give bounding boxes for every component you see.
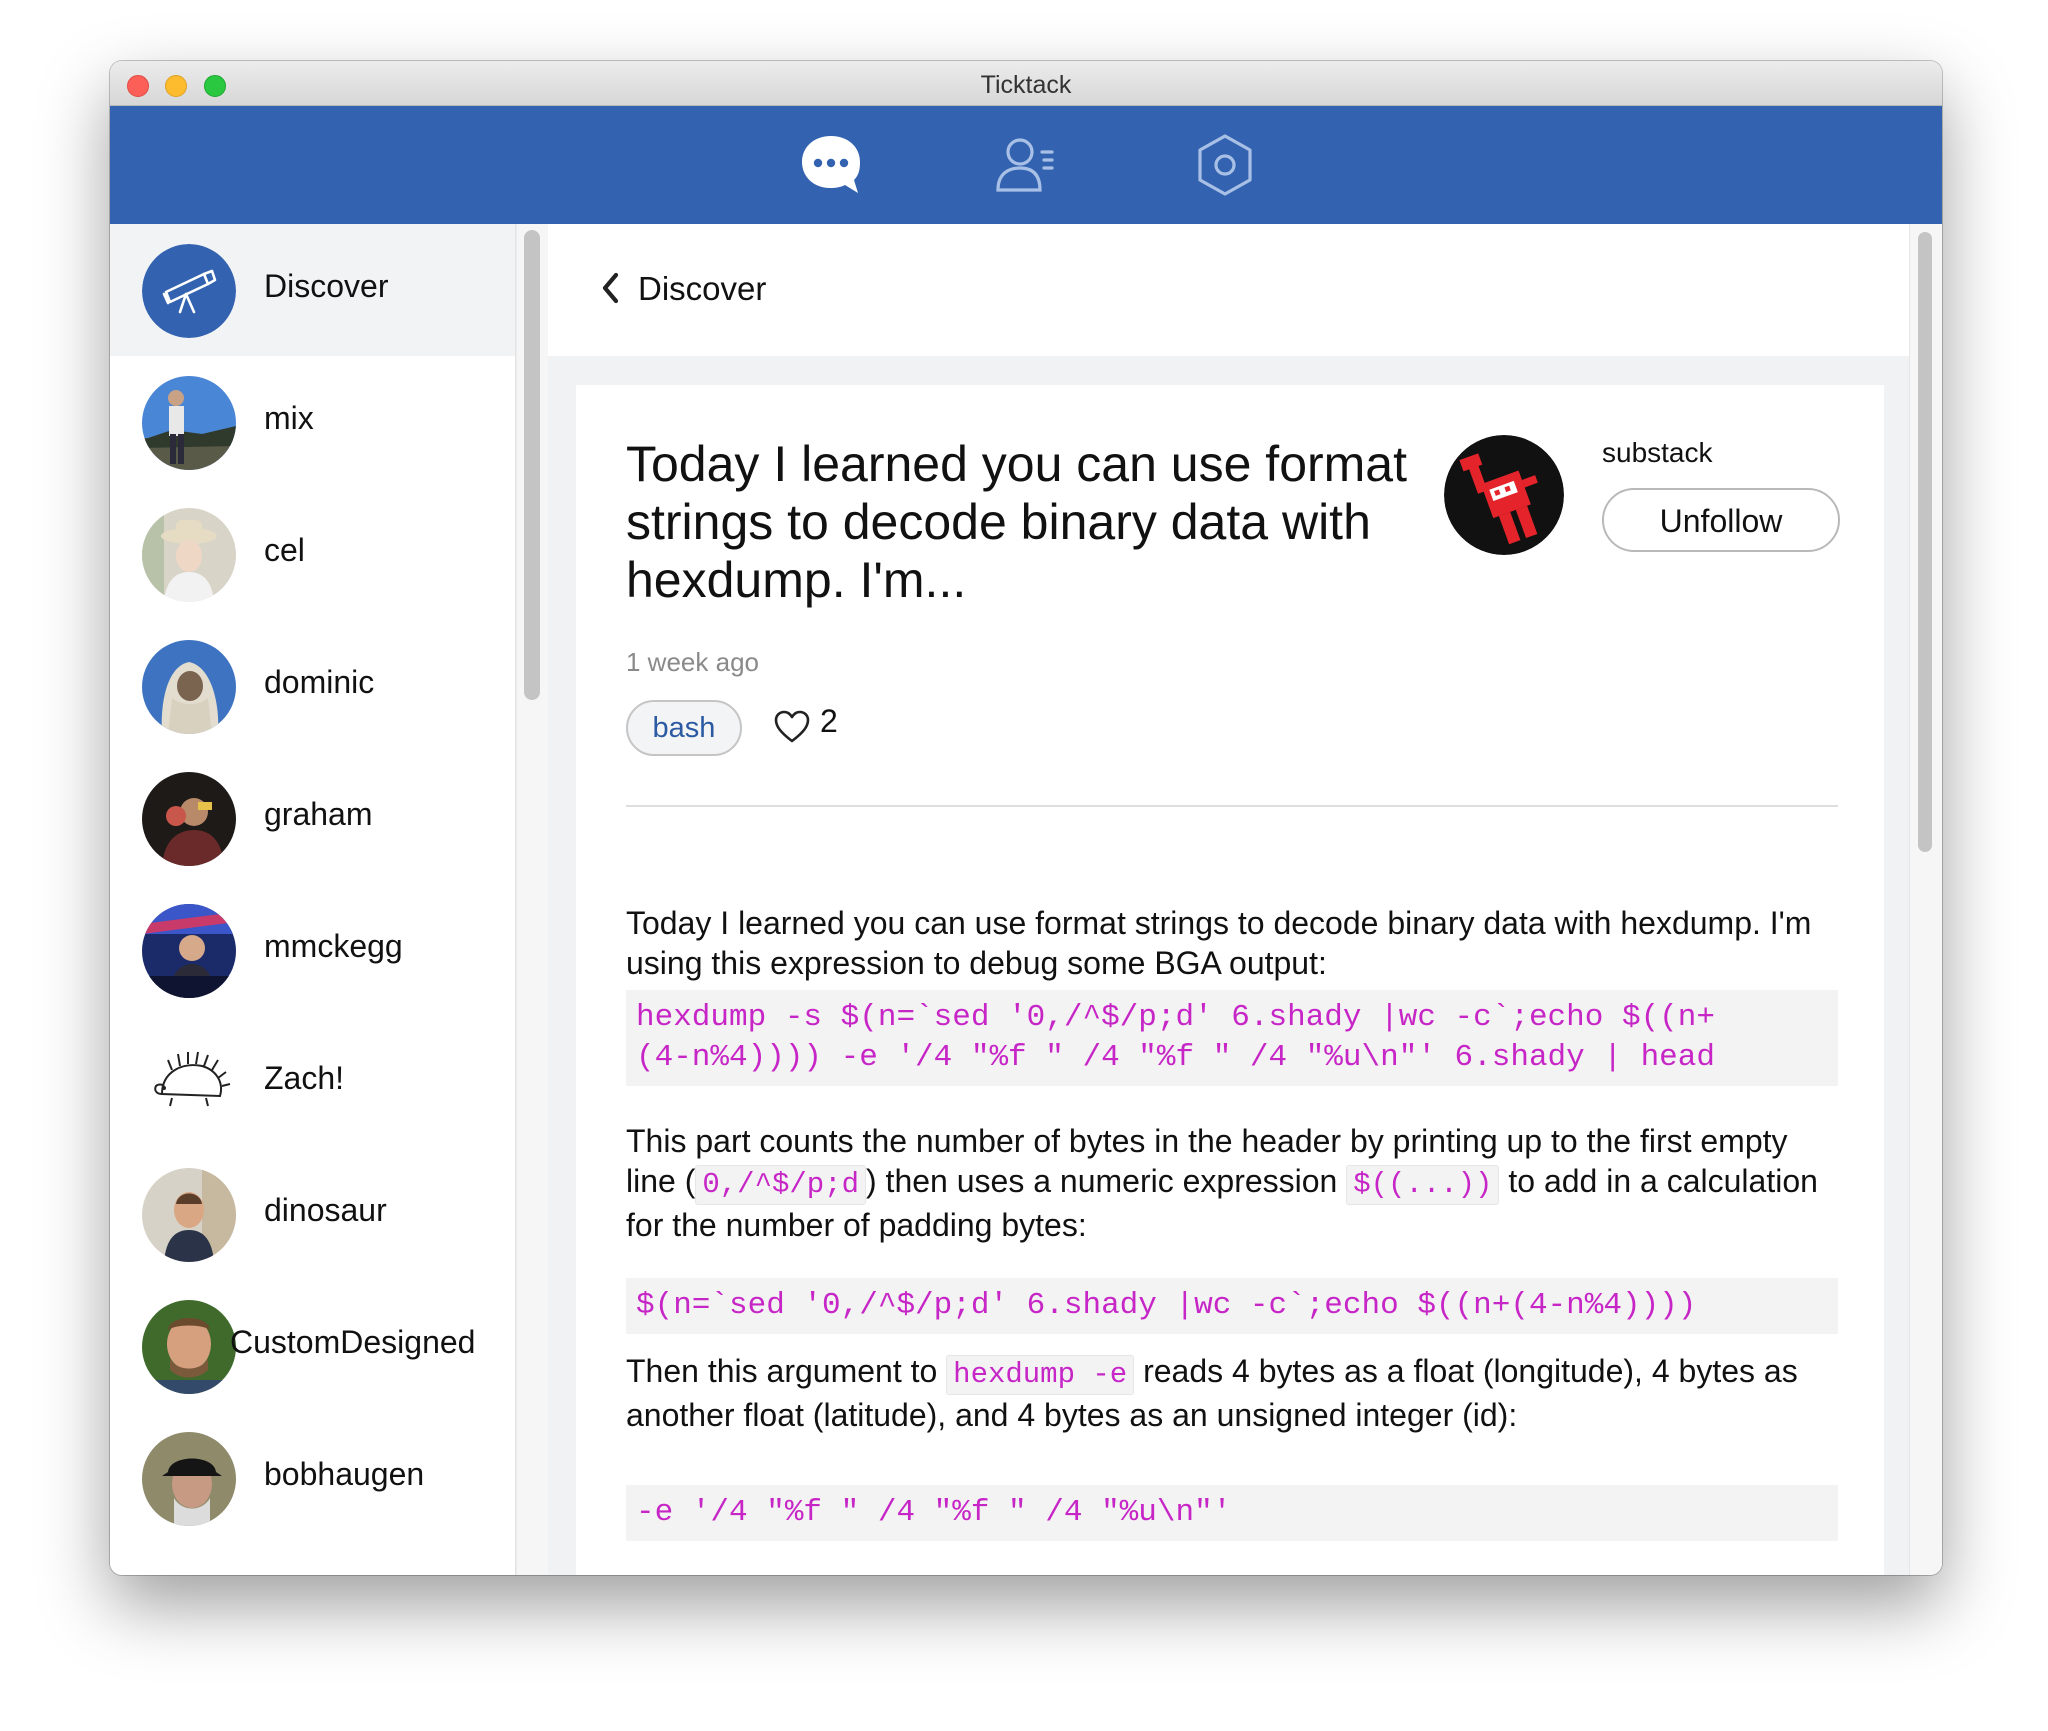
divider [626,805,1838,807]
sidebar-item-zach[interactable]: Zach! [110,1016,515,1148]
avatar [142,1168,236,1262]
sidebar-item-dominic[interactable]: dominic [110,620,515,752]
heart-icon[interactable] [774,710,810,744]
sidebar-item-bobhaugen[interactable]: bobhaugen [110,1412,515,1544]
sidebar-item-label: mmckegg [264,928,403,964]
sidebar-item-customdesigned[interactable]: CustomDesigned [110,1280,515,1412]
main-panel: Discover Today I learned you can use for… [548,224,1942,1575]
post-paragraph-1: Today I learned you can use format strin… [626,905,1812,981]
avatar [142,1300,236,1394]
author-avatar[interactable] [1444,435,1564,555]
sidebar-scrollbar-thumb[interactable] [524,230,540,700]
post-card: Today I learned you can use format strin… [576,385,1884,1575]
inline-code: $((...)) [1346,1165,1500,1205]
code-line: (4-n%4)))) -e '/4 "%f " /4 "%f " /4 "%u\… [636,1040,1715,1075]
sidebar-item-mmckegg[interactable]: mmckegg [110,884,515,1016]
code-line: -e '/4 "%f " /4 "%f " /4 "%u\n"' [636,1495,1232,1530]
avatar [142,772,236,866]
top-navigation [110,106,1942,224]
main-scrollbar-thumb[interactable] [1918,232,1932,852]
post-timestamp: 1 week ago [626,647,759,677]
paragraph-text: Then this argument to [626,1353,947,1389]
post-paragraph-3: Then this argument to hexdump -e reads 4… [626,1351,1846,1435]
sidebar-item-label: Zach! [264,1060,345,1096]
code-block-2: $(n=`sed '0,/^$/p;d' 6.shady |wc -c`;ech… [626,1278,1838,1334]
main-header: Discover [548,224,1910,356]
code-block-1: hexdump -s $(n=`sed '0,/^$/p;d' 6.shady … [626,990,1838,1086]
main-scrollbar-track[interactable] [1909,224,1942,1575]
sidebar: Discover mix cel dominic graham mmckegg … [110,224,516,1575]
sidebar-item-label: graham [264,796,373,832]
sidebar-item-label: Discover [264,268,389,304]
post-paragraph-2: This part counts the number of bytes in … [626,1121,1846,1245]
telescope-icon [142,244,236,338]
tag-badge[interactable]: bash [626,700,742,756]
settings-hexagon-icon[interactable] [1190,130,1260,200]
avatar [142,1432,236,1526]
sidebar-item-cel[interactable]: cel [110,488,515,620]
code-block-3: -e '/4 "%f " /4 "%f " /4 "%u\n"' [626,1485,1838,1541]
avatar [142,640,236,734]
back-link[interactable]: Discover [638,270,766,308]
author-name[interactable]: substack [1602,437,1713,469]
sidebar-item-label: CustomDesigned [230,1324,476,1360]
window-title: Ticktack [980,71,1072,99]
paragraph-text: ) then uses a numeric expression [866,1163,1347,1199]
inline-code: 0,/^$/p;d [695,1165,866,1205]
title-bar: Ticktack [110,61,1942,106]
code-line: $(n=`sed '0,/^$/p;d' 6.shady |wc -c`;ech… [636,1288,1697,1323]
avatar [142,904,236,998]
chat-bubble-icon[interactable] [796,130,866,200]
avatar [142,508,236,602]
post-title: Today I learned you can use format strin… [626,436,1408,608]
people-icon[interactable] [990,130,1060,200]
sidebar-item-label: dominic [264,664,375,700]
unfollow-button[interactable]: Unfollow [1602,488,1840,552]
sidebar-scrollbar-track[interactable] [516,224,550,1575]
app-window: Ticktack Discover mix cel dominic graham… [110,61,1942,1575]
hedgehog-avatar [142,1036,236,1130]
sidebar-item-label: bobhaugen [264,1456,425,1492]
avatar [142,376,236,470]
sidebar-item-dinosaur[interactable]: dinosaur [110,1148,515,1280]
inline-code: hexdump -e [946,1355,1135,1395]
sidebar-item-label: mix [264,400,314,436]
sidebar-item-mix[interactable]: mix [110,356,515,488]
chevron-left-icon[interactable] [598,270,622,306]
sidebar-item-discover[interactable]: Discover [110,224,515,356]
like-count: 2 [820,703,838,739]
sidebar-item-graham[interactable]: graham [110,752,515,884]
sidebar-item-label: cel [264,532,305,568]
sidebar-item-label: dinosaur [264,1192,387,1228]
code-line: hexdump -s $(n=`sed '0,/^$/p;d' 6.shady … [636,1000,1715,1035]
